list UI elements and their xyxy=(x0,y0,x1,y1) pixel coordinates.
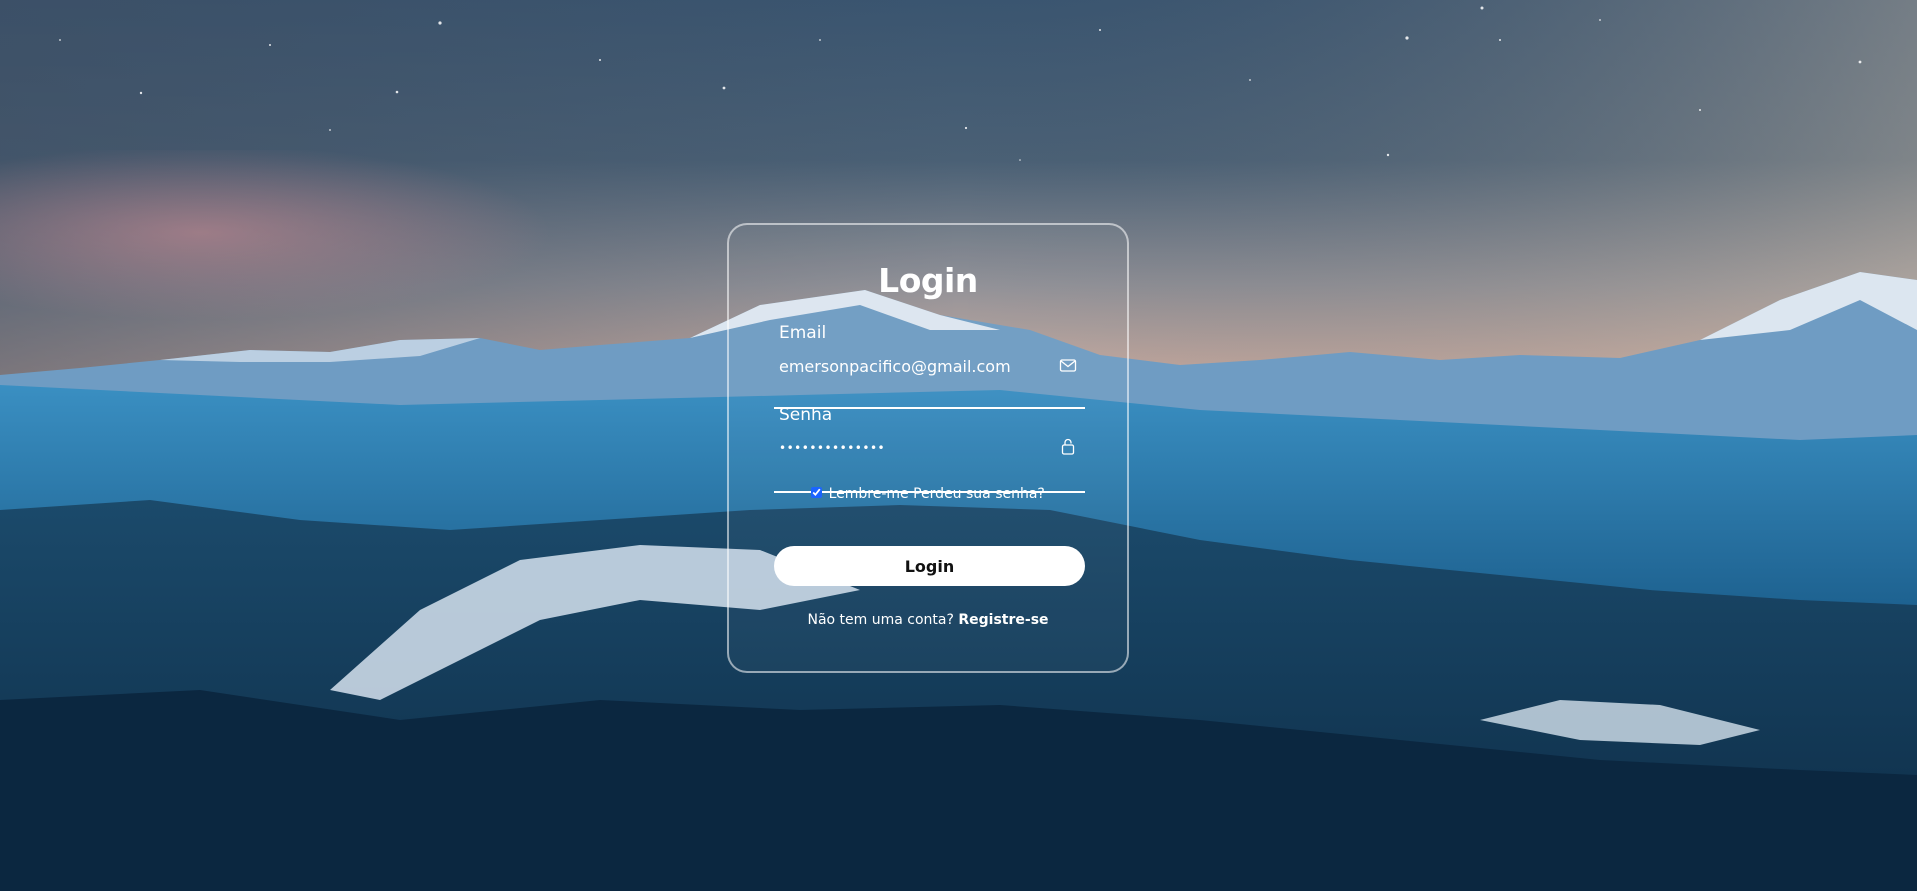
login-button[interactable]: Login xyxy=(774,546,1085,586)
password-label: Senha xyxy=(779,405,833,425)
login-title: Login xyxy=(878,261,978,300)
email-field: Email xyxy=(774,323,1085,409)
password-field: Senha xyxy=(774,405,1085,493)
register-link[interactable]: Registre-se xyxy=(958,612,1048,628)
forgot-password-link[interactable]: Perdeu sua senha? xyxy=(913,486,1045,502)
lock-icon xyxy=(1061,438,1075,455)
register-prompt: Não tem uma conta? xyxy=(807,612,954,628)
remember-label[interactable]: Lembre-me xyxy=(829,486,909,502)
remember-checkbox[interactable] xyxy=(811,487,823,498)
register-row: Não tem uma conta? Registre-se xyxy=(729,612,1127,628)
email-input[interactable] xyxy=(779,353,1055,379)
login-card: Login Email Senha Lembre-me Perdeu sua s… xyxy=(727,223,1129,673)
password-input[interactable] xyxy=(779,435,1055,461)
mail-icon xyxy=(1059,359,1077,372)
email-label: Email xyxy=(779,323,827,343)
remember-row: Lembre-me Perdeu sua senha? xyxy=(729,486,1127,502)
